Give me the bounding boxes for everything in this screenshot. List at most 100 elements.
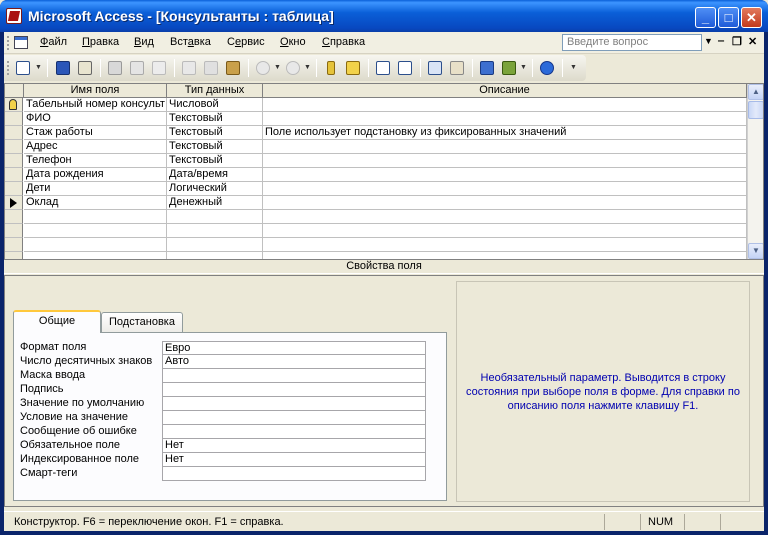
menu-file[interactable]: Файл [40, 36, 67, 48]
properties-icon[interactable] [426, 59, 444, 77]
new-object-icon[interactable] [500, 59, 518, 77]
cell-data-type[interactable]: Дата/время [167, 168, 263, 182]
cell-description[interactable] [263, 154, 747, 168]
search-icon[interactable] [76, 59, 94, 77]
cell-field-name[interactable]: Дата рождения [24, 168, 167, 182]
save-icon[interactable] [54, 59, 72, 77]
cell-field-name[interactable]: Дети [24, 182, 167, 196]
maximize-button[interactable]: □ [718, 7, 739, 28]
cell-field-name[interactable] [24, 210, 167, 224]
col-header-description[interactable]: Описание [263, 84, 747, 98]
cell-data-type[interactable] [167, 252, 263, 259]
table-doc-icon[interactable] [14, 36, 28, 49]
grid-corner[interactable] [5, 84, 24, 98]
print-preview-icon[interactable] [128, 59, 146, 77]
property-value-input[interactable]: Евро [162, 341, 426, 355]
cell-field-name[interactable]: Адрес [24, 140, 167, 154]
cell-description[interactable]: Поле использует подстановку из фиксирова… [263, 126, 747, 140]
row-selector[interactable] [5, 196, 23, 210]
tab-lookup[interactable]: Подстановка [101, 312, 183, 333]
cell-field-name[interactable]: Стаж работы [24, 126, 167, 140]
print-icon[interactable] [106, 59, 124, 77]
col-header-field-name[interactable]: Имя поля [24, 84, 167, 98]
row-selector[interactable] [5, 224, 23, 238]
redo-dropdown-icon[interactable]: ▼ [304, 64, 311, 71]
row-selector[interactable] [5, 154, 23, 168]
property-label[interactable]: Значение по умолчанию [20, 397, 162, 411]
cell-data-type[interactable] [167, 210, 263, 224]
property-value-input[interactable] [162, 383, 426, 397]
property-value-input[interactable]: Нет [162, 439, 426, 453]
cell-description[interactable] [263, 224, 747, 238]
row-selector[interactable] [5, 252, 23, 259]
cell-data-type[interactable]: Текстовый [167, 126, 263, 140]
menu-tools[interactable]: Сервис [227, 36, 265, 48]
property-label[interactable]: Подпись [20, 383, 162, 397]
cell-field-name[interactable] [24, 224, 167, 238]
property-value-input[interactable] [162, 397, 426, 411]
property-label[interactable]: Индексированное поле [20, 453, 162, 467]
insert-rows-icon[interactable] [374, 59, 392, 77]
cell-field-name[interactable] [24, 252, 167, 259]
title-bar[interactable]: Microsoft Access - [Консультанты : табли… [0, 0, 768, 32]
cell-description[interactable] [263, 182, 747, 196]
cell-field-name[interactable]: Телефон [24, 154, 167, 168]
cell-field-name[interactable] [24, 238, 167, 252]
cell-field-name[interactable]: Табельный номер консульт [24, 98, 167, 112]
cell-description[interactable] [263, 238, 747, 252]
access-app-icon[interactable] [6, 8, 22, 24]
database-window-icon[interactable] [478, 59, 496, 77]
row-selector[interactable] [5, 210, 23, 224]
property-label[interactable]: Обязательное поле [20, 439, 162, 453]
cell-description[interactable] [263, 252, 747, 259]
doc-minimize-button[interactable]: ‒ [718, 35, 724, 47]
indexes-icon[interactable] [344, 59, 362, 77]
undo-icon[interactable] [254, 59, 272, 77]
doc-restore-button[interactable]: ❐ [732, 35, 742, 48]
cell-description[interactable] [263, 196, 747, 210]
menubar-grip[interactable] [7, 36, 10, 50]
property-label[interactable]: Сообщение об ошибке [20, 425, 162, 439]
cell-data-type[interactable]: Текстовый [167, 154, 263, 168]
scroll-down-icon[interactable]: ▼ [748, 243, 763, 259]
row-selector[interactable] [5, 238, 23, 252]
row-selector[interactable] [5, 140, 23, 154]
row-selector[interactable] [5, 182, 23, 196]
build-icon[interactable] [448, 59, 466, 77]
ask-question-input[interactable]: Введите вопрос [562, 34, 702, 51]
property-label[interactable]: Маска ввода [20, 369, 162, 383]
menu-view[interactable]: Вид [134, 36, 154, 48]
ask-dropdown-icon[interactable]: ▼ [704, 36, 713, 46]
row-selector[interactable] [5, 98, 23, 112]
cell-field-name[interactable]: ФИО [24, 112, 167, 126]
doc-close-button[interactable]: ✕ [748, 35, 757, 48]
property-value-input[interactable] [162, 369, 426, 383]
menu-edit[interactable]: Правка [82, 36, 119, 48]
primary-key-icon[interactable] [322, 59, 340, 77]
paste-icon[interactable] [224, 59, 242, 77]
row-selector[interactable] [5, 112, 23, 126]
cell-field-name[interactable]: Оклад [24, 196, 167, 210]
property-value-input[interactable]: Авто [162, 355, 426, 369]
tab-general[interactable]: Общие [13, 310, 101, 333]
view-dropdown-icon[interactable]: ▼ [35, 64, 42, 71]
undo-dropdown-icon[interactable]: ▼ [274, 64, 281, 71]
toolbar-grip[interactable] [7, 61, 10, 75]
menu-insert[interactable]: Вставка [170, 36, 211, 48]
property-value-input[interactable] [162, 467, 426, 481]
cell-data-type[interactable]: Текстовый [167, 112, 263, 126]
cell-description[interactable] [263, 168, 747, 182]
cut-icon[interactable] [180, 59, 198, 77]
property-value-input[interactable]: Нет [162, 453, 426, 467]
cell-description[interactable] [263, 210, 747, 224]
close-button[interactable]: ✕ [741, 7, 762, 28]
cell-data-type[interactable] [167, 224, 263, 238]
col-header-data-type[interactable]: Тип данных [167, 84, 263, 98]
cell-data-type[interactable]: Логический [167, 182, 263, 196]
cell-data-type[interactable]: Денежный [167, 196, 263, 210]
row-selector[interactable] [5, 126, 23, 140]
cell-data-type[interactable] [167, 238, 263, 252]
row-selector[interactable] [5, 168, 23, 182]
new-object-dropdown-icon[interactable]: ▼ [520, 64, 527, 71]
cell-description[interactable] [263, 140, 747, 154]
